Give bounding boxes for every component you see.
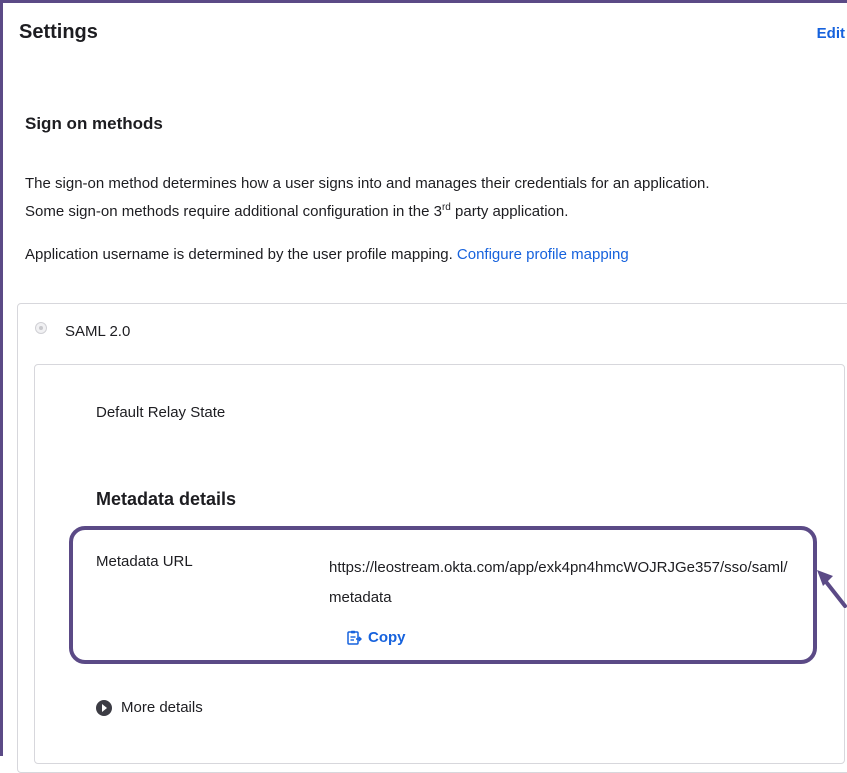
arrow-annotation-icon	[817, 570, 847, 608]
sign-on-description: The sign-on method determines how a user…	[25, 170, 847, 226]
metadata-details-heading: Metadata details	[96, 489, 237, 509]
description-line-1: The sign-on method determines how a user…	[25, 175, 710, 192]
description-line-2-text: Some sign-on methods require additional …	[25, 203, 442, 220]
sign-on-methods-heading: Sign on methods	[25, 114, 163, 133]
saml-method-label: SAML 2.0	[65, 323, 131, 340]
metadata-url-label: Metadata URL	[96, 553, 193, 570]
copy-button[interactable]: Copy	[346, 629, 406, 646]
description-line-2: Some sign-on methods require additional …	[25, 198, 847, 226]
default-relay-state-label: Default Relay State	[96, 404, 226, 421]
chevron-right-circle-icon	[96, 699, 112, 716]
configure-profile-mapping-link[interactable]: Configure profile mapping	[457, 246, 629, 263]
edit-link[interactable]: Edit	[817, 25, 845, 42]
more-details-label: More details	[121, 699, 203, 716]
saml-radio-icon[interactable]	[35, 322, 47, 334]
copy-label: Copy	[368, 629, 406, 646]
username-mapping-text: Application username is determined by th…	[25, 246, 629, 263]
metadata-url-value: https://leostream.okta.com/app/exk4pn4hm…	[329, 559, 788, 606]
superscript-rd: rd	[441, 202, 451, 213]
description-line-2-end: party application.	[450, 203, 569, 220]
username-mapping-label: Application username is determined by th…	[25, 246, 457, 263]
more-details-toggle[interactable]: More details	[96, 699, 203, 716]
page-title: Settings	[19, 21, 98, 43]
copy-icon	[346, 630, 362, 646]
